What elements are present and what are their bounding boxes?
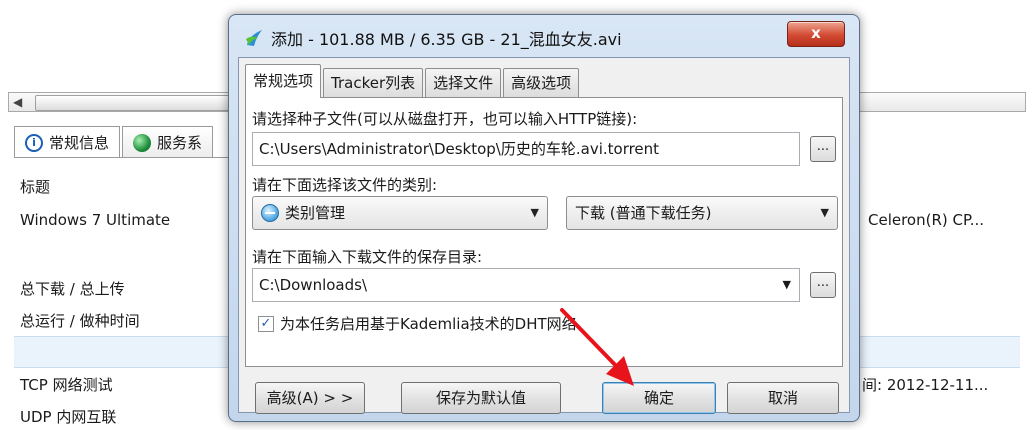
category-select[interactable]: 类别管理 ▼ <box>252 196 548 230</box>
app-logo-icon <box>246 30 262 46</box>
download-type-value: 下载 (普通下载任务) <box>575 204 712 222</box>
save-dir-value: C:\Downloads\ <box>259 276 368 294</box>
browse-save-dir-button[interactable]: ... <box>810 272 836 298</box>
download-type-select[interactable]: 下载 (普通下载任务) ▼ <box>566 196 838 230</box>
tab-general-options[interactable]: 常规选项 <box>245 64 322 98</box>
cpu-value: Celeron(R) CP... <box>868 211 985 229</box>
dialog-titlebar[interactable]: 添加 - 101.88 MB / 6.35 GB - 21_混血女友.avi x <box>229 15 859 59</box>
os-value: Windows 7 Ultimate <box>20 211 171 229</box>
dialog-client-area: 常规选项 Tracker列表 选择文件 高级选项 请选择种子文件(可以从磁盘打开… <box>238 57 850 414</box>
tab-divider <box>14 157 234 158</box>
chevron-down-icon: ▼ <box>530 206 539 219</box>
cancel-button[interactable]: 取消 <box>727 382 839 414</box>
chevron-down-icon[interactable]: ▼ <box>783 269 791 301</box>
tab-general-info-label: 常规信息 <box>49 134 110 152</box>
tab-server-label: 服务系 <box>157 134 203 152</box>
add-torrent-dialog: 添加 - 101.88 MB / 6.35 GB - 21_混血女友.avi x… <box>228 14 860 422</box>
time-value: 间: 2012-12-11... <box>862 376 989 394</box>
dht-checkbox[interactable]: ✓ <box>258 316 274 332</box>
advanced-button[interactable]: 高级(A) > > <box>255 382 365 414</box>
download-upload-label: 总下载 / 总上传 <box>20 280 125 298</box>
tab-general-info[interactable]: i 常规信息 <box>14 126 121 158</box>
globe-icon <box>133 133 152 152</box>
save-dir-input[interactable]: C:\Downloads\ ▼ <box>252 268 800 302</box>
ok-button[interactable]: 确定 <box>602 382 716 414</box>
runtime-label: 总运行 / 做种时间 <box>20 312 140 330</box>
dht-label: 为本任务启用基于Kademlia技术的DHT网络. <box>280 315 582 333</box>
scroll-left-icon[interactable]: ◀ <box>13 93 22 111</box>
tab-server[interactable]: 服务系 <box>122 126 214 158</box>
checkmark-icon: ✓ <box>260 316 272 331</box>
browse-torrent-button[interactable]: ... <box>810 136 836 162</box>
tcp-test-label: TCP 网络测试 <box>20 376 113 394</box>
category-icon <box>261 204 279 222</box>
tab-advanced-options[interactable]: 高级选项 <box>503 68 580 98</box>
udp-test-label: UDP 内网互联 <box>20 408 117 426</box>
save-default-button[interactable]: 保存为默认值 <box>401 382 561 414</box>
general-options-panel: 请选择种子文件(可以从磁盘打开，也可以输入HTTP链接): C:\Users\A… <box>245 97 843 367</box>
close-icon: x <box>811 24 821 42</box>
tab-tracker-list[interactable]: Tracker列表 <box>323 68 424 98</box>
info-icon: i <box>25 133 43 152</box>
background-tabs: i 常规信息 服务系 <box>14 126 215 158</box>
chevron-down-icon: ▼ <box>820 206 829 219</box>
save-dir-label: 请在下面输入下载文件的保存目录: <box>252 248 483 266</box>
category-label: 请在下面选择该文件的类别: <box>252 176 438 194</box>
torrent-path-input[interactable]: C:\Users\Administrator\Desktop\历史的车轮.avi… <box>252 132 800 166</box>
close-button[interactable]: x <box>787 21 845 47</box>
tab-select-files[interactable]: 选择文件 <box>425 68 502 98</box>
dialog-title: 添加 - 101.88 MB / 6.35 GB - 21_混血女友.avi <box>271 30 622 49</box>
category-select-value: 类别管理 <box>285 204 346 222</box>
torrent-file-label: 请选择种子文件(可以从磁盘打开，也可以输入HTTP链接): <box>252 110 638 128</box>
column-header-title: 标题 <box>20 178 51 196</box>
dialog-tabs: 常规选项 Tracker列表 选择文件 高级选项 <box>245 64 581 98</box>
